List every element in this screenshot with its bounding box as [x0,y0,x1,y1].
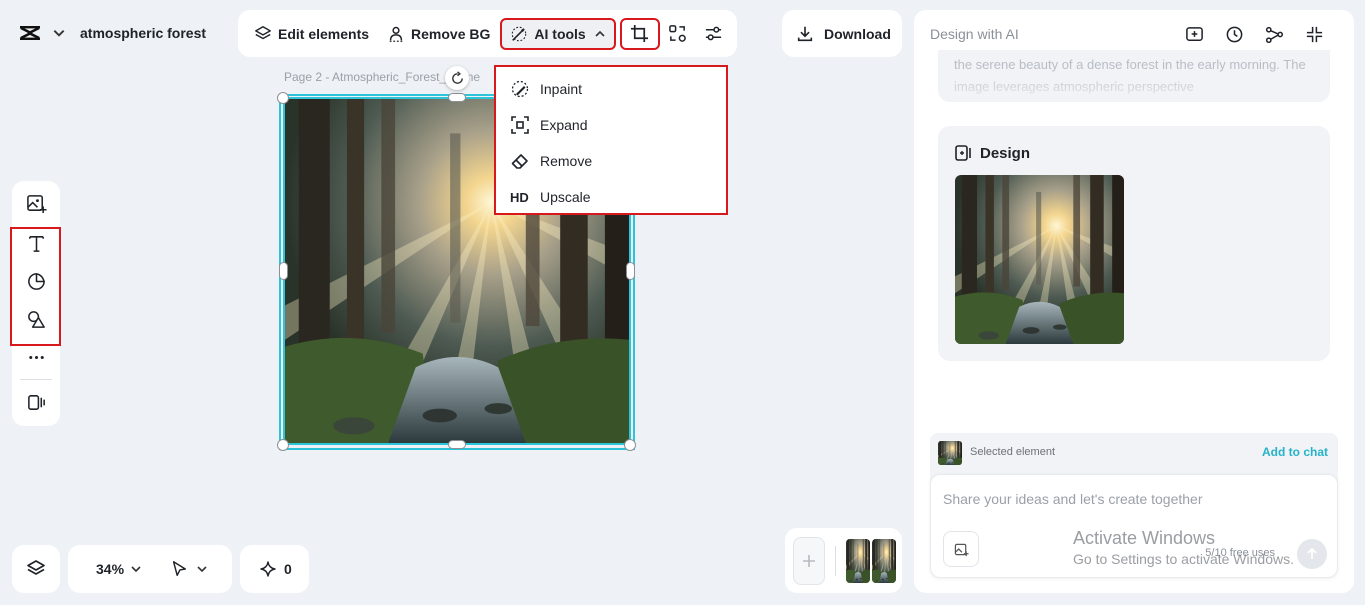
rail-divider [20,379,52,380]
toggle-panel-tool[interactable] [12,384,60,420]
resize-handle-bottom-left[interactable] [277,439,289,451]
remove-bg-button[interactable]: Remove BG [381,18,496,50]
swap-icon [669,25,687,42]
new-chat-icon [1185,26,1203,41]
rail-highlight-box [10,227,61,346]
new-chat-button[interactable] [1174,22,1214,46]
share-icon [1265,26,1283,43]
download-button[interactable]: Download [782,10,902,57]
design-heading-label: Design [980,144,1031,162]
layers-icon [27,560,45,575]
expand-icon [511,116,529,134]
page-thumbnail-1[interactable] [846,538,870,583]
arrow-up-icon [1307,547,1317,559]
chevron-down-icon[interactable] [196,563,208,575]
pages-divider [835,545,836,576]
send-button[interactable] [1297,539,1327,569]
image-plus-icon [26,194,47,213]
rotate-handle[interactable] [445,66,469,90]
eraser-icon [511,154,528,169]
design-icon [955,145,971,161]
resize-handle-top[interactable] [448,93,466,102]
sparkle-icon [260,561,276,577]
panel-actions [1174,22,1334,46]
remove-bg-label: Remove BG [411,25,491,42]
watermark-line-1: Activate Windows [1073,528,1216,548]
plus-icon [803,554,815,567]
capcut-logo-icon[interactable] [18,21,42,45]
hd-icon: HD [510,189,529,205]
design-result-card: Design [938,126,1330,361]
ai-credits-count: 0 [284,561,292,577]
page-thumbnail-2[interactable] [872,538,896,583]
history-button[interactable] [1214,22,1254,46]
chat-input-placeholder[interactable]: Share your ideas and let's create togeth… [943,491,1203,507]
design-result-image[interactable] [955,175,1124,344]
zoom-controls: 34% [68,545,232,593]
resize-handle-top-left[interactable] [277,92,289,104]
app-header: atmospheric forest [0,0,225,66]
project-title[interactable]: atmospheric forest [80,25,206,41]
chevron-down-icon[interactable] [52,26,66,40]
design-with-ai-panel: Design with AI the serene beauty of a de… [914,10,1354,593]
windows-activation-watermark: Activate Windows Go to Settings to activ… [1073,528,1294,567]
collapse-panel-button[interactable] [1294,22,1334,46]
rotate-icon [451,70,463,84]
ai-message: the serene beauty of a dense forest in t… [938,50,1330,102]
watermark-line-2: Go to Settings to activate Windows. [1073,551,1294,567]
download-label: Download [824,25,891,42]
ai-tools-menu: Inpaint Expand Remove HD Upscale [494,65,728,215]
ai-tools-button[interactable]: AI tools [500,17,616,50]
person-cutout-icon [389,26,403,42]
crop-icon [631,24,649,43]
zoom-level[interactable]: 34% [96,561,124,577]
menu-item-expand[interactable]: Expand [496,107,726,143]
inpaint-brush-icon [511,80,529,98]
context-toolbar: Edit elements Remove BG AI tools [238,10,737,57]
layers-icon [255,25,271,39]
history-icon [1226,26,1242,42]
selected-element-label: Selected element [970,446,1055,458]
download-icon [797,26,813,41]
resize-handle-bottom-right[interactable] [624,439,636,451]
menu-item-inpaint[interactable]: Inpaint [496,71,726,107]
share-button[interactable] [1254,22,1294,46]
add-page-button[interactable] [793,536,825,585]
resize-handle-bottom[interactable] [448,440,466,449]
menu-item-label: Expand [540,117,588,133]
ai-credits-button[interactable]: 0 [240,545,309,593]
add-to-chat-link[interactable]: Add to chat [1262,445,1328,459]
adjust-button[interactable] [696,18,732,50]
design-heading: Design [954,144,1030,162]
crop-button[interactable] [619,17,660,50]
menu-item-label: Inpaint [540,81,583,97]
image-plus-icon [954,543,969,556]
edit-elements-label: Edit elements [278,25,370,42]
panel-title: Design with AI [930,26,1019,42]
menu-item-label: Upscale [540,189,591,205]
panel-toggle-icon [27,394,45,410]
ai-tools-label: AI tools [534,25,586,42]
upload-image-button[interactable] [943,531,979,567]
menu-item-upscale[interactable]: HD Upscale [496,179,726,215]
chevron-down-icon[interactable] [130,563,142,575]
resize-handle-right[interactable] [626,262,635,280]
menu-item-remove[interactable]: Remove [496,143,726,179]
resize-handle-left[interactable] [279,262,288,280]
edit-elements-button[interactable]: Edit elements [248,18,375,50]
pages-strip [785,528,902,593]
chevron-up-icon [595,30,605,37]
layers-button[interactable] [12,545,60,593]
pointer-icon[interactable] [170,560,188,578]
add-image-tool[interactable] [12,185,60,221]
replace-button[interactable] [660,18,696,50]
more-horizontal-icon [28,355,44,359]
sliders-icon [706,26,722,41]
selected-element-thumbnail [938,441,962,465]
collapse-icon [1306,26,1322,42]
menu-item-label: Remove [540,153,593,169]
magic-wand-icon [512,26,527,41]
